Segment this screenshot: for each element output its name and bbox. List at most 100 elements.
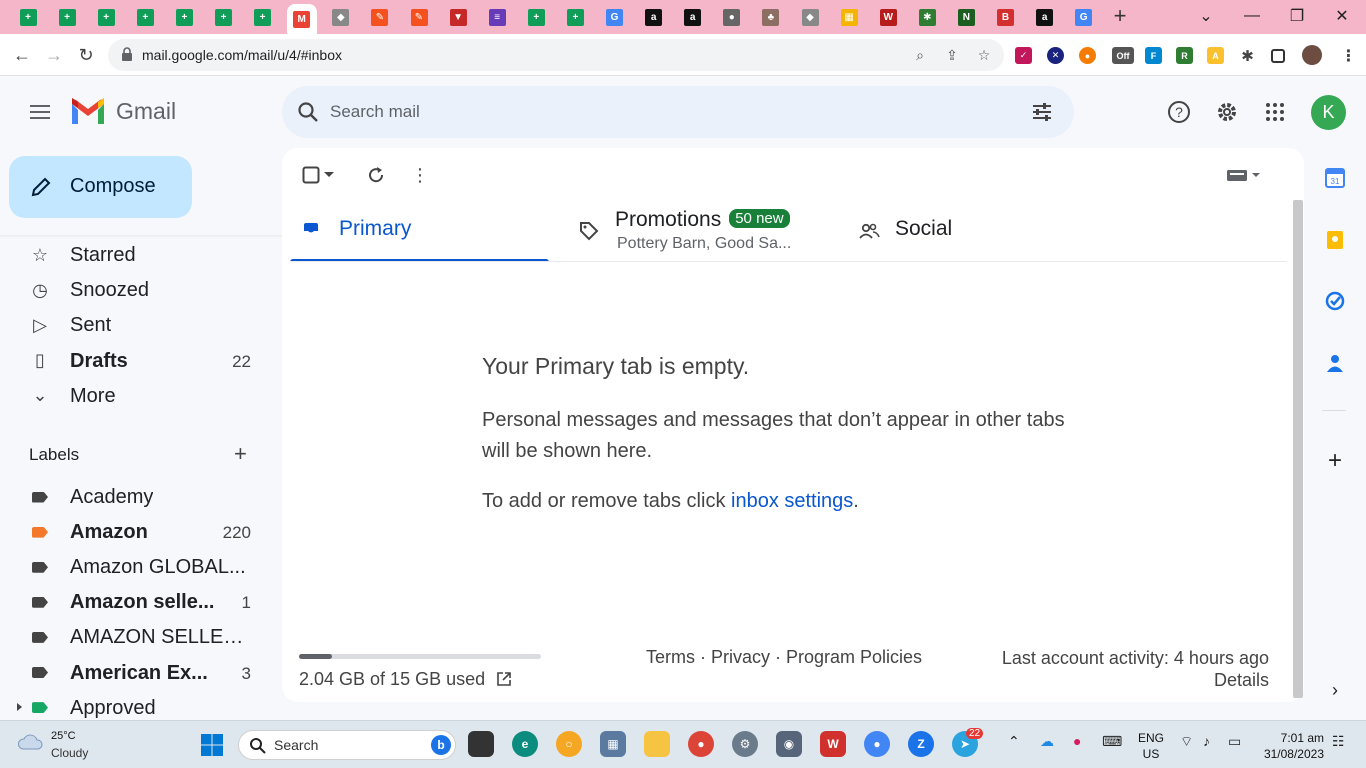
browser-tab-13[interactable]: ≡ (482, 4, 512, 30)
tab-social[interactable]: Social (838, 200, 1098, 262)
bing-icon[interactable]: b (431, 735, 451, 755)
wifi-icon[interactable]: ⌔ (1180, 733, 1193, 751)
browser-tab-25[interactable]: N (951, 4, 981, 30)
browser-tab-3[interactable]: + (91, 4, 121, 30)
edge-icon[interactable]: e (512, 731, 538, 757)
search-input[interactable] (330, 99, 1010, 125)
main-menu-icon[interactable] (28, 100, 52, 124)
browser-tab-7[interactable]: + (248, 4, 278, 30)
extension-2-icon[interactable]: ✕ (1047, 47, 1064, 64)
browser-tab-17[interactable]: a (639, 4, 669, 30)
camera-icon[interactable]: ◉ (776, 731, 802, 757)
expand-side-panel-chevron-icon[interactable]: › (1322, 677, 1348, 703)
label-item[interactable]: American Ex... 3 (0, 656, 270, 690)
label-item[interactable]: AMAZON SELLER... (0, 620, 270, 654)
sidebar-item-more[interactable]: ⌄ More (0, 379, 270, 413)
system-clock[interactable]: 7:01 am 31/08/2023 (1256, 730, 1324, 762)
address-bar[interactable]: mail.google.com/mail/u/4/#inbox ⌕ ⇪ ☆ (108, 39, 1004, 71)
minimize-button[interactable]: — (1232, 3, 1272, 29)
help-icon[interactable]: ? (1166, 99, 1192, 125)
search-icon[interactable] (296, 100, 320, 124)
zoom-app-icon[interactable]: Z (908, 731, 934, 757)
browser-tab-23[interactable]: W (873, 4, 903, 30)
bookmark-star-icon[interactable]: ☆ (976, 47, 992, 63)
extension-a-plus-icon[interactable]: A (1207, 47, 1224, 64)
touch-keyboard-icon[interactable]: ⌨ (1102, 733, 1122, 750)
browser-tab-8[interactable]: M (286, 4, 317, 34)
forward-arrow-icon[interactable]: → (42, 43, 66, 67)
weather-temperature[interactable]: 25°C (51, 730, 76, 742)
browser-tab-26[interactable]: B (991, 4, 1021, 30)
label-item[interactable]: Amazon GLOBAL... (0, 550, 270, 584)
extension-3-icon[interactable]: ● (1079, 47, 1096, 64)
browser-tab-14[interactable]: + (521, 4, 551, 30)
more-options-vertical-icon[interactable]: ⋮ (409, 164, 431, 186)
extension-off-icon[interactable]: Off (1112, 47, 1134, 64)
extension-1-icon[interactable]: ✓ (1015, 47, 1032, 64)
language-indicator[interactable]: ENG US (1138, 730, 1164, 762)
google-apps-grid-icon[interactable] (1262, 99, 1288, 125)
tab-primary[interactable]: Primary (282, 200, 549, 262)
get-addons-plus-icon[interactable]: + (1322, 447, 1348, 474)
battery-icon[interactable]: ▭ (1228, 733, 1241, 750)
extension-rs-icon[interactable]: R (1176, 47, 1193, 64)
new-tab-button[interactable]: + (1108, 5, 1132, 29)
browser-tab-16[interactable]: G (600, 4, 630, 30)
app-circle-icon[interactable]: ○ (556, 731, 582, 757)
calendar-icon[interactable]: 31 (1322, 165, 1348, 191)
calculator-icon[interactable]: ▦ (600, 731, 626, 757)
file-explorer-icon[interactable] (644, 731, 670, 757)
volume-icon[interactable]: ♪ (1203, 733, 1210, 749)
onedrive-cloud-icon[interactable]: ☁ (1040, 733, 1054, 750)
footer-policy-links[interactable]: Terms · Privacy · Program Policies (646, 647, 922, 668)
label-item[interactable]: Amazon selle... 1 (0, 585, 270, 619)
inbox-settings-link[interactable]: inbox settings (731, 490, 853, 512)
extension-fba-icon[interactable]: F (1145, 47, 1162, 64)
browser-tab-5[interactable]: + (169, 4, 199, 30)
close-window-button[interactable]: ✕ (1322, 3, 1362, 29)
sidebar-item-drafts[interactable]: ▯ Drafts 22 (0, 344, 270, 378)
zoom-icon[interactable]: ⌕ (912, 47, 928, 63)
windows-start-icon[interactable] (200, 733, 224, 757)
browser-tab-11[interactable]: ✎ (404, 4, 434, 30)
activity-details-link[interactable]: Details (1002, 669, 1269, 691)
chrome-menu-icon[interactable]: ⋮ (1340, 47, 1357, 65)
weather-condition[interactable]: Cloudy (51, 746, 88, 760)
compose-button[interactable]: Compose (9, 156, 192, 218)
inbox-scrollbar[interactable] (1293, 200, 1303, 698)
label-item[interactable]: Amazon 220 (0, 515, 270, 549)
contacts-icon[interactable] (1322, 350, 1348, 376)
browser-tab-28[interactable]: G (1069, 4, 1099, 30)
refresh-icon[interactable] (365, 164, 387, 186)
restore-button[interactable]: ❐ (1277, 3, 1317, 29)
browser-tab-15[interactable]: + (560, 4, 590, 30)
share-icon[interactable]: ⇪ (944, 47, 960, 63)
sidebar-item-snoozed[interactable]: ◷ Snoozed (0, 273, 270, 307)
browser-tab-2[interactable]: + (52, 4, 82, 30)
browser-tab-6[interactable]: + (209, 4, 239, 30)
account-avatar[interactable]: K (1311, 95, 1346, 130)
browser-tab-20[interactable]: ♣ (756, 4, 786, 30)
tab-search-chevron-icon[interactable]: ⌄ (1186, 3, 1226, 29)
sidebar-item-starred[interactable]: ☆ Starred (0, 238, 270, 272)
chrome-profile-2-icon[interactable]: ● (864, 731, 890, 757)
tasks-icon[interactable] (1322, 288, 1348, 314)
sidebar-item-sent[interactable]: ▷ Sent (0, 308, 270, 342)
input-tools-keyboard-icon[interactable] (1226, 164, 1262, 186)
browser-tab-12[interactable]: ▼ (443, 4, 473, 30)
settings-gear-icon[interactable] (1214, 99, 1240, 125)
create-label-plus-icon[interactable]: + (234, 443, 247, 465)
notifications-icon[interactable]: ☷ (1332, 733, 1345, 750)
browser-tab-19[interactable]: ● (717, 4, 747, 30)
settings-app-icon[interactable]: ⚙ (732, 731, 758, 757)
browser-tab-10[interactable]: ✎ (365, 4, 395, 30)
microphone-icon[interactable]: ● (1073, 733, 1081, 749)
browser-tab-1[interactable]: + (13, 4, 43, 30)
search-options-icon[interactable] (1030, 100, 1054, 124)
select-dropdown-caret-icon[interactable] (322, 164, 336, 186)
browser-tab-27[interactable]: a (1030, 4, 1060, 30)
wps-office-icon[interactable]: W (820, 731, 846, 757)
chrome-profile-1-icon[interactable]: ● (688, 731, 714, 757)
taskbar-search-box[interactable]: Search b (238, 730, 456, 760)
browser-tab-9[interactable]: ◆ (326, 4, 356, 30)
